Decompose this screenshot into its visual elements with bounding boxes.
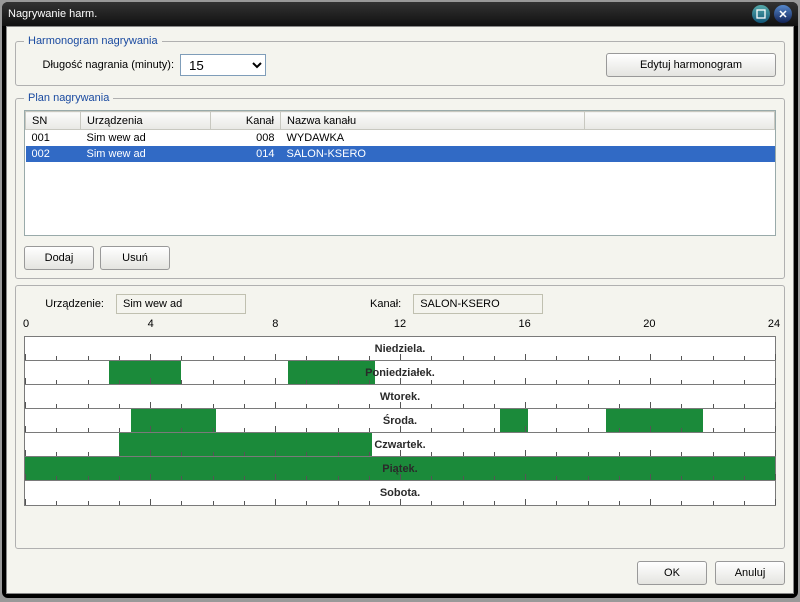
axis-label: 24 (768, 318, 780, 330)
restore-icon[interactable] (752, 5, 770, 23)
window-title: Nagrywanie harm. (8, 8, 748, 20)
plan-group: Plan nagrywania SN Urządzenia Kanał Nazw… (15, 92, 785, 279)
close-icon[interactable]: ✕ (774, 5, 792, 23)
cell-cname: WYDAWKA (281, 130, 585, 146)
th-dev[interactable]: Urządzenia (81, 112, 211, 130)
title-bar[interactable]: Nagrywanie harm. ✕ (2, 2, 798, 26)
th-ch[interactable]: Kanał (211, 112, 281, 130)
day-row[interactable]: Poniedziałek. (25, 361, 775, 385)
axis-label: 4 (148, 318, 154, 330)
cell-ch: 008 (211, 130, 281, 146)
day-row[interactable]: Wtorek. (25, 385, 775, 409)
cell-dev: Sim wew ad (81, 130, 211, 146)
table-row[interactable]: 002Sim wew ad014SALON-KSERO (26, 146, 775, 162)
table-row[interactable]: 001Sim wew ad008WYDAWKA (26, 130, 775, 146)
cell-ch: 014 (211, 146, 281, 162)
day-row[interactable]: Piątek. (25, 457, 775, 481)
time-axis: 04812162024 (26, 318, 774, 332)
th-cname[interactable]: Nazwa kanału (281, 112, 585, 130)
schedule-group: Harmonogram nagrywania Długość nagrania … (15, 35, 785, 86)
add-button[interactable]: Dodaj (24, 246, 94, 270)
plan-legend: Plan nagrywania (24, 92, 113, 104)
axis-label: 12 (394, 318, 406, 330)
day-row[interactable]: Czwartek. (25, 433, 775, 457)
cell-cname: SALON-KSERO (281, 146, 585, 162)
content: Harmonogram nagrywania Długość nagrania … (6, 26, 794, 594)
device-table-wrap[interactable]: SN Urządzenia Kanał Nazwa kanału 001Sim … (24, 110, 776, 236)
device-value: Sim wew ad (116, 294, 246, 314)
cell-sn: 001 (26, 130, 81, 146)
day-row[interactable]: Środa. (25, 409, 775, 433)
schedule-row: Długość nagrania (minuty): 15 Edytuj har… (24, 53, 776, 77)
duration-label: Długość nagrania (minuty): (24, 59, 174, 71)
plan-buttons: Dodaj Usuń (24, 242, 776, 270)
duration-select[interactable]: 15 (180, 54, 266, 76)
schedule-legend: Harmonogram nagrywania (24, 35, 162, 47)
th-sn[interactable]: SN (26, 112, 81, 130)
footer: OK Anuluj (15, 555, 785, 585)
device-label: Urządzenie: (24, 298, 104, 310)
axis-label: 20 (643, 318, 655, 330)
cancel-button[interactable]: Anuluj (715, 561, 785, 585)
cell-dev: Sim wew ad (81, 146, 211, 162)
timeline[interactable]: Niedziela.Poniedziałek.Wtorek.Środa.Czwa… (24, 336, 776, 506)
app-window: Nagrywanie harm. ✕ Harmonogram nagrywani… (2, 2, 798, 598)
axis-label: 0 (23, 318, 29, 330)
cell-sn: 002 (26, 146, 81, 162)
channel-label: Kanał: (370, 298, 401, 310)
remove-button[interactable]: Usuń (100, 246, 170, 270)
timeline-panel: Urządzenie: Sim wew ad Kanał: SALON-KSER… (15, 285, 785, 549)
ok-button[interactable]: OK (637, 561, 707, 585)
th-spacer (585, 112, 775, 130)
axis-label: 8 (272, 318, 278, 330)
edit-schedule-button[interactable]: Edytuj harmonogram (606, 53, 776, 77)
day-row[interactable]: Niedziela. (25, 337, 775, 361)
day-row[interactable]: Sobota. (25, 481, 775, 505)
axis-label: 16 (519, 318, 531, 330)
channel-value: SALON-KSERO (413, 294, 543, 314)
device-table: SN Urządzenia Kanał Nazwa kanału 001Sim … (25, 111, 775, 162)
